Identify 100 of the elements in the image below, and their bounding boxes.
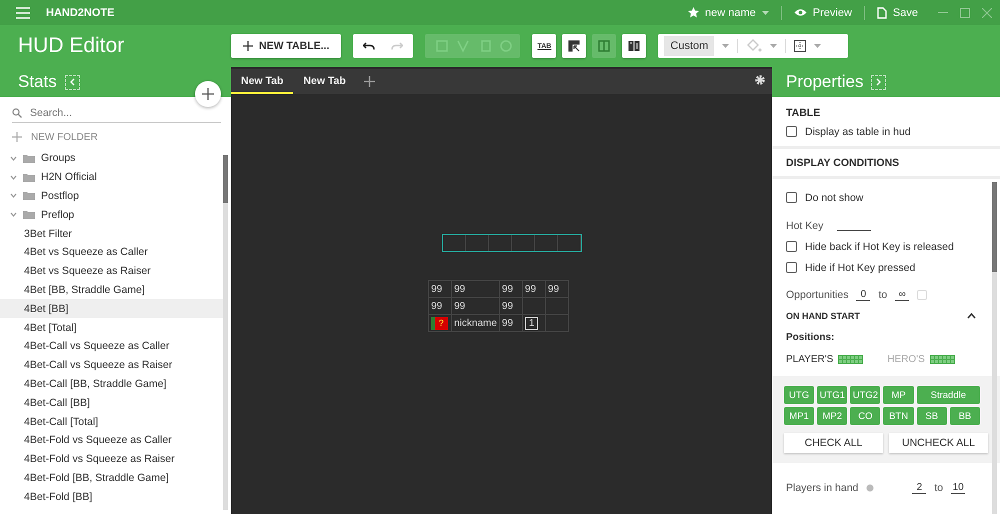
folder-item[interactable]: Groups [0,149,223,168]
chevron-left-icon [70,78,75,86]
collapse-button[interactable] [967,313,976,319]
infinity-toggle[interactable] [917,290,928,300]
max-field[interactable]: ∞ [895,288,910,300]
stat-item[interactable]: 4Bet-Fold [BB, Straddle Game] [0,468,223,488]
panel-title: Properties [786,72,864,92]
search-field[interactable]: Search... [30,104,221,122]
seat-grid-icon[interactable] [930,354,955,364]
cursor-grid-icon [568,40,580,52]
stat-item[interactable]: 3Bet Filter [0,224,223,243]
redo-icon [391,42,404,50]
empty-hud-panel[interactable] [442,234,582,252]
stat-item[interactable]: 4Bet-Call [Total] [0,412,223,431]
checkbox[interactable] [786,241,797,252]
hud-cell: 99 [428,280,452,298]
caret-icon [814,44,822,48]
paint-bucket-icon [746,39,762,53]
folder-icon [23,191,35,200]
new-folder-button[interactable]: NEW FOLDER [12,129,231,145]
stat-item[interactable]: 4Bet [BB] [0,299,223,318]
panel-title: Stats [18,72,57,92]
checkbox[interactable] [786,126,797,137]
folder-icon [23,154,35,163]
positions-label: Positions: [786,332,834,343]
max-field[interactable]: 10 [951,482,966,494]
hud-cell: 99 [499,314,522,332]
tool-button[interactable] [562,34,586,58]
close-icon [982,8,992,18]
caret-icon [722,44,730,48]
checkbox-label: Hide back if Hot Key is released [805,240,954,252]
stat-item[interactable]: 4Bet [Total] [0,318,223,337]
folder-icon [23,210,35,220]
chevron-up-icon [967,313,976,319]
star-icon [688,7,700,18]
section-title: DISPLAY CONDITIONS [786,156,900,171]
add-button[interactable] [195,81,221,107]
check-all-button[interactable]: CHECK ALL [784,433,883,453]
search-icon [12,108,22,118]
section-title: ON HAND START [786,311,860,321]
checkbox-label: Hide if Hot Key pressed [805,262,916,274]
range-separator: to [934,482,944,494]
min-field[interactable]: 0 [856,288,870,300]
folder-icon [23,172,35,182]
stat-item[interactable]: 4Bet-Fold [BB] [0,487,223,506]
folder-item[interactable]: Preflop [0,205,223,224]
hud-cell: 99 [499,298,522,314]
hud-cell: 99 [428,298,452,314]
stat-item[interactable]: 4Bet-Fold vs Squeeze as Caller [0,430,223,450]
section-title: TABLE [786,106,822,121]
seat-grid-icon[interactable] [838,354,864,364]
hud-value: 1 [524,316,538,330]
maximize-icon [960,8,970,18]
eye-icon [794,8,807,17]
folder-item[interactable]: H2N Official [0,168,223,187]
min-field[interactable]: 2 [912,482,926,494]
hud-cell: 99 [452,280,500,298]
app-title: HAND2NOTE [46,6,114,18]
hud-cell: 99 [452,298,500,314]
tool-button[interactable] [622,34,646,58]
columns-icon [598,40,610,52]
stat-item[interactable]: 4Bet-Call vs Squeeze as Caller [0,336,223,356]
style-preset-dropdown[interactable]: Custom [664,36,714,56]
stat-item[interactable]: 4Bet-Call [BB] [0,393,223,412]
scrollbar-thumb[interactable] [223,155,228,203]
hud-cell: nickname [452,314,500,332]
tab[interactable]: New Tab [231,69,294,94]
stat-item[interactable]: 4Bet-Call [BB, Straddle Game] [0,374,223,394]
uncheck-all-button[interactable]: UNCHECK ALL [889,433,988,453]
tab[interactable]: New Tab [293,69,356,94]
menu-icon [16,6,30,18]
info-icon [866,484,874,492]
stat-item[interactable]: 4Bet-Fold vs Squeeze as Raiser [0,450,223,469]
chevron-down-icon [10,156,17,161]
hud-cell: 99 [545,280,568,298]
checkbox-label: Display as table in hud [805,126,911,138]
stat-item[interactable]: 4Bet-Call vs Squeeze as Raiser [0,356,223,375]
split-icon [628,40,640,52]
settings-icon [754,74,766,86]
chevron-down-icon [10,174,17,180]
players-label: PLAYER'S [786,354,834,364]
new-table-button[interactable]: NEW TABLE... [231,34,342,58]
folder-item[interactable]: Postflop [0,186,223,206]
plus-icon [202,88,214,100]
page-title: HUD Editor [17,34,126,58]
heroes-label: HERO'S [887,354,925,364]
checkbox[interactable] [786,262,797,273]
stat-item[interactable]: 4Bet [BB, Straddle Game] [0,280,223,300]
flag-icon: ? [431,316,448,330]
document-icon [876,6,887,18]
chevron-down-icon [10,212,17,218]
caret-icon [770,44,778,48]
hot-key-label: Hot Key [786,220,824,232]
stat-item[interactable]: 4Bet vs Squeeze as Raiser [0,262,223,281]
stat-item[interactable]: 4Bet vs Squeeze as Caller [0,242,223,262]
undo-icon [363,42,376,50]
scrollbar-thumb[interactable] [992,182,997,272]
minimize-icon [938,12,948,13]
checkbox[interactable] [786,192,797,203]
plus-icon [243,41,253,51]
